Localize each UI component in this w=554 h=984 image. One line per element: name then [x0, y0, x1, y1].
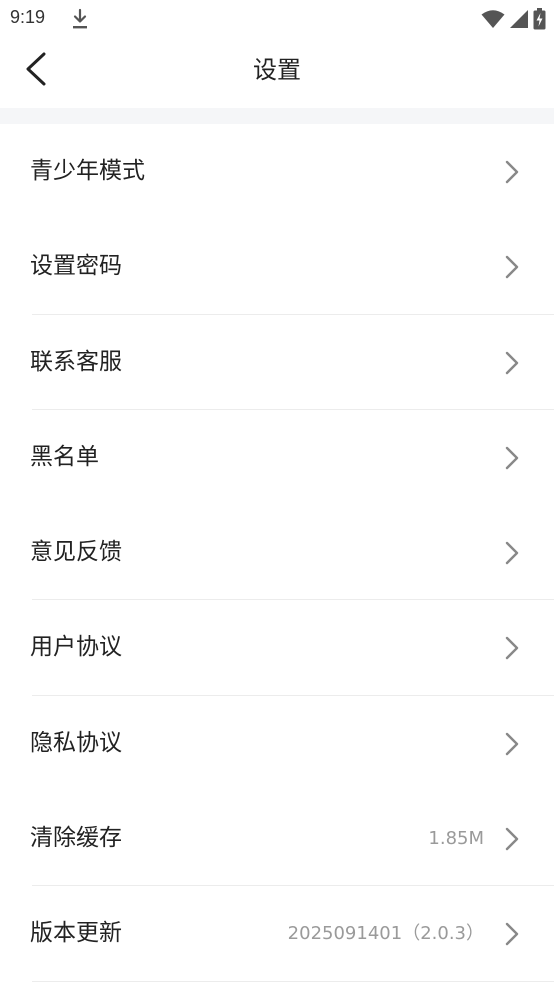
settings-item-3[interactable]: 黑名单: [0, 410, 554, 505]
download-icon: [73, 8, 87, 29]
back-arrow-icon[interactable]: [20, 52, 54, 86]
settings-item-5[interactable]: 用户协议: [0, 600, 554, 696]
settings-item-label: 清除缓存: [30, 825, 122, 852]
chevron-right-icon: [505, 637, 519, 660]
chevron-right-icon: [505, 827, 519, 851]
settings-item-label: 用户协议: [30, 634, 122, 661]
wifi-icon: [481, 10, 505, 28]
settings-item-label: 意见反馈: [30, 539, 122, 566]
status-bar: 9:19: [0, 0, 554, 38]
settings-item-label: 设置密码: [30, 253, 122, 280]
settings-item-0[interactable]: 青少年模式: [0, 124, 554, 219]
settings-list: 青少年模式 设置密码 联系客服 黑名单 意见反馈 用户协议 隐私协议 清除缓存 …: [0, 124, 554, 982]
settings-item-label: 联系客服: [30, 348, 122, 375]
settings-item-value: 1.85M: [428, 828, 484, 850]
settings-item-4[interactable]: 意见反馈: [0, 505, 554, 601]
settings-item-7[interactable]: 清除缓存 1.85M: [0, 791, 554, 887]
chevron-right-icon: [505, 351, 519, 374]
chevron-right-icon: [505, 256, 519, 279]
settings-item-8[interactable]: 版本更新 2025091401（2.0.3）: [0, 886, 554, 982]
chevron-right-icon: [505, 732, 519, 755]
settings-item-1[interactable]: 设置密码: [0, 219, 554, 315]
status-time: 9:19: [10, 7, 46, 27]
settings-item-2[interactable]: 联系客服: [0, 315, 554, 410]
settings-item-label: 隐私协议: [30, 729, 122, 756]
header: 设置: [0, 38, 554, 108]
chevron-right-icon: [505, 541, 519, 565]
settings-item-label: 青少年模式: [30, 158, 145, 184]
section-divider: [0, 108, 554, 124]
chevron-right-icon: [505, 923, 519, 946]
status-icons: [481, 8, 546, 30]
battery-charging-icon: [533, 8, 546, 30]
item-divider: [32, 980, 554, 982]
cellular-signal-icon: [510, 10, 528, 28]
settings-item-label: 版本更新: [30, 920, 122, 947]
settings-item-6[interactable]: 隐私协议: [0, 696, 554, 791]
settings-item-value: 2025091401（2.0.3）: [287, 923, 484, 945]
chevron-right-icon: [505, 160, 519, 184]
page-title: 设置: [253, 56, 301, 84]
settings-item-label: 黑名单: [30, 443, 99, 470]
chevron-right-icon: [505, 446, 519, 470]
